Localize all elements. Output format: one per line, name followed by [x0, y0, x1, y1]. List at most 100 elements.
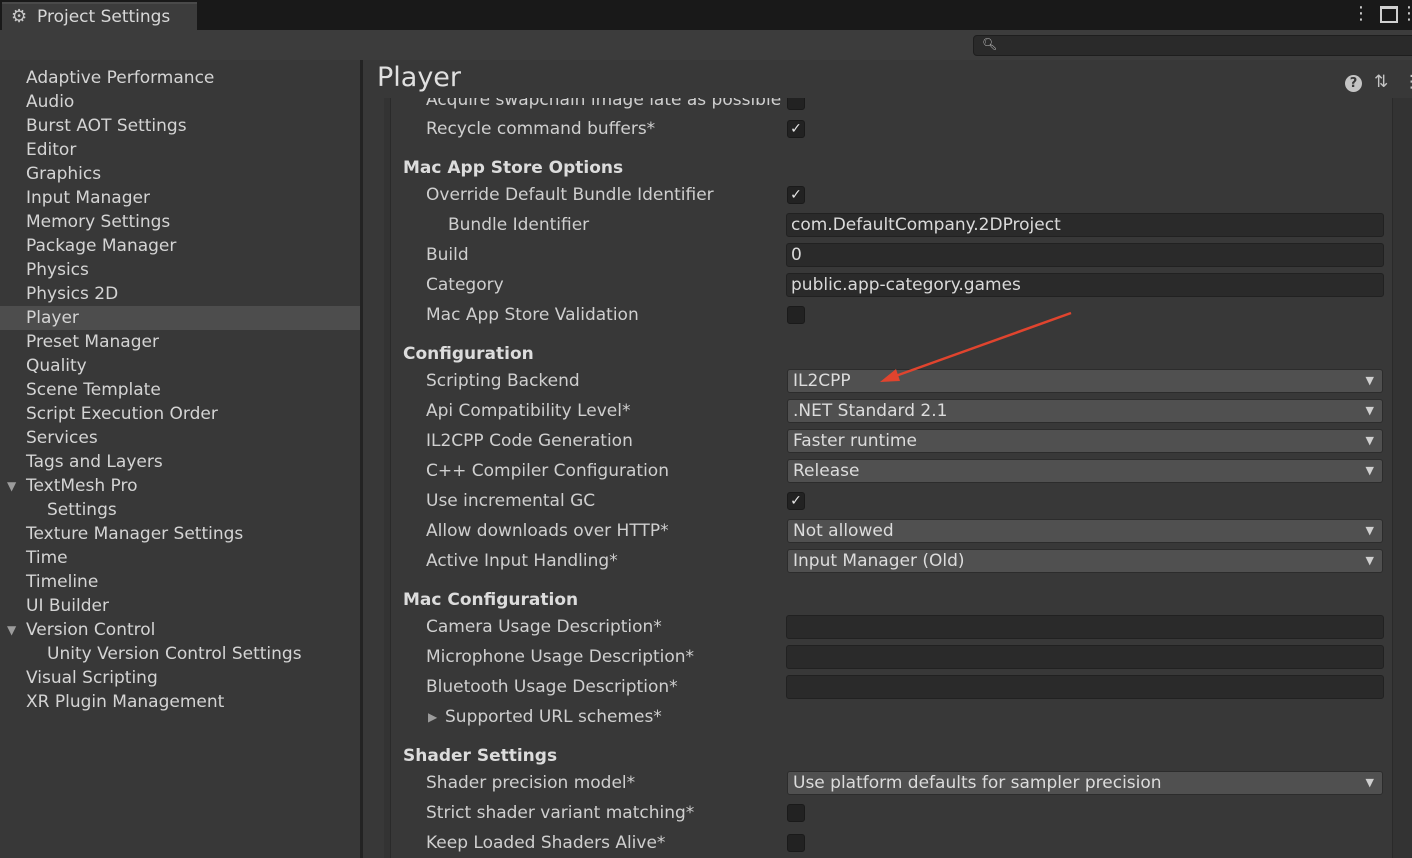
- sidebar-item-version-control[interactable]: ▼ Version Control: [0, 618, 360, 642]
- sidebar-item-label: Quality: [26, 356, 87, 376]
- category-field[interactable]: public.app-category.games: [786, 273, 1384, 297]
- bluetooth-usage-label: Bluetooth Usage Description*: [426, 677, 678, 697]
- acquire-swapchain-checkbox[interactable]: [787, 98, 805, 110]
- sidebar-item-adaptive-performance[interactable]: Adaptive Performance: [0, 66, 360, 90]
- maximize-icon[interactable]: [1380, 6, 1398, 23]
- chevron-down-icon: ▼: [1365, 374, 1374, 387]
- help-icon[interactable]: ?: [1345, 75, 1362, 92]
- sidebar-item-package-manager[interactable]: Package Manager: [0, 234, 360, 258]
- sidebar-item-textmesh-pro[interactable]: ▼ TextMesh Pro: [0, 474, 360, 498]
- bundle-identifier-label: Bundle Identifier: [448, 215, 590, 235]
- sidebar-item-label: Adaptive Performance: [26, 68, 215, 88]
- sidebar-item-settings[interactable]: Settings: [0, 498, 360, 522]
- bundle-identifier-field[interactable]: com.DefaultCompany.2DProject: [786, 213, 1384, 237]
- sidebar-item-services[interactable]: Services: [0, 426, 360, 450]
- keep-loaded-checkbox[interactable]: [787, 834, 805, 852]
- sidebar-item-editor[interactable]: Editor: [0, 138, 360, 162]
- scripting-backend-label: Scripting Backend: [426, 371, 580, 391]
- sidebar-item-time[interactable]: Time: [0, 546, 360, 570]
- scripting-backend-dropdown[interactable]: IL2CPP ▼: [787, 369, 1383, 393]
- chevron-down-icon: ▼: [1365, 776, 1374, 789]
- search-field[interactable]: 🔍︎: [973, 35, 1412, 56]
- input-handling-label: Active Input Handling*: [426, 551, 618, 571]
- sidebar-item-texture-manager-settings[interactable]: Texture Manager Settings: [0, 522, 360, 546]
- sidebar-item-timeline[interactable]: Timeline: [0, 570, 360, 594]
- sidebar-item-script-execution-order[interactable]: Script Execution Order: [0, 402, 360, 426]
- sidebar-item-label: Visual Scripting: [26, 668, 158, 688]
- chevron-down-icon: ▼: [1365, 434, 1374, 447]
- bluetooth-usage-field[interactable]: [786, 675, 1384, 699]
- recycle-buffers-label: Recycle command buffers*: [426, 119, 656, 139]
- sidebar-item-player[interactable]: Player: [0, 306, 360, 330]
- input-handling-dropdown[interactable]: Input Manager (Old) ▼: [787, 549, 1383, 573]
- cpp-compiler-dropdown[interactable]: Release ▼: [787, 459, 1383, 483]
- sidebar-item-input-manager[interactable]: Input Manager: [0, 186, 360, 210]
- sidebar-item-label: Version Control: [26, 620, 156, 640]
- sidebar-item-burst-aot-settings[interactable]: Burst AOT Settings: [0, 114, 360, 138]
- api-level-dropdown[interactable]: .NET Standard 2.1 ▼: [787, 399, 1383, 423]
- sidebar-item-physics-2d[interactable]: Physics 2D: [0, 282, 360, 306]
- presets-icon[interactable]: ⇅: [1374, 72, 1392, 92]
- downloads-http-label: Allow downloads over HTTP*: [426, 521, 669, 541]
- camera-usage-field[interactable]: [786, 615, 1384, 639]
- acquire-swapchain-label: Acquire swapchain image late as possible: [426, 98, 782, 110]
- sidebar-item-label: Burst AOT Settings: [26, 116, 187, 136]
- sidebar-item-ui-builder[interactable]: UI Builder: [0, 594, 360, 618]
- sidebar-item-label: Texture Manager Settings: [26, 524, 244, 544]
- sidebar-item-quality[interactable]: Quality: [0, 354, 360, 378]
- cpp-compiler-label: C++ Compiler Configuration: [426, 461, 669, 481]
- project-settings-tab[interactable]: ⚙ Project Settings: [2, 2, 197, 30]
- window-title-bar: ⚙ Project Settings ⋮ ⋮: [0, 0, 1412, 30]
- sidebar-item-preset-manager[interactable]: Preset Manager: [0, 330, 360, 354]
- build-label: Build: [426, 245, 469, 265]
- sidebar-item-physics[interactable]: Physics: [0, 258, 360, 282]
- sidebar-item-label: TextMesh Pro: [26, 476, 138, 496]
- more-options-icon[interactable]: ⋮: [1400, 4, 1412, 24]
- sidebar-item-label: Unity Version Control Settings: [47, 644, 302, 664]
- microphone-usage-label: Microphone Usage Description*: [426, 647, 695, 667]
- override-bundle-checkbox[interactable]: ✓: [787, 186, 805, 204]
- sidebar-item-visual-scripting[interactable]: Visual Scripting: [0, 666, 360, 690]
- search-input[interactable]: [996, 37, 1400, 56]
- build-field[interactable]: 0: [786, 243, 1384, 267]
- sidebar-item-tags-and-layers[interactable]: Tags and Layers: [0, 450, 360, 474]
- scrollbar[interactable]: [1392, 98, 1412, 858]
- api-level-value: .NET Standard 2.1: [793, 401, 948, 421]
- sidebar-item-label: Time: [26, 548, 68, 568]
- sidebar-item-audio[interactable]: Audio: [0, 90, 360, 114]
- app-store-validation-checkbox[interactable]: [787, 306, 805, 324]
- camera-usage-label: Camera Usage Description*: [426, 617, 662, 637]
- sidebar-item-label: Graphics: [26, 164, 102, 184]
- sidebar-item-graphics[interactable]: Graphics: [0, 162, 360, 186]
- more-options-icon[interactable]: ⋮: [1352, 4, 1370, 24]
- expand-triangle-icon[interactable]: ▼: [7, 474, 16, 498]
- sidebar-item-label: Physics: [26, 260, 89, 280]
- sidebar-item-label: Package Manager: [26, 236, 177, 256]
- sidebar-item-label: Settings: [47, 500, 117, 520]
- sidebar-item-memory-settings[interactable]: Memory Settings: [0, 210, 360, 234]
- expand-triangle-icon[interactable]: ▼: [7, 618, 16, 642]
- sidebar-item-unity-version-control-settings[interactable]: Unity Version Control Settings: [0, 642, 360, 666]
- incremental-gc-checkbox[interactable]: ✓: [787, 492, 805, 510]
- settings-content: Acquire swapchain image late as possible…: [391, 98, 1392, 858]
- chevron-right-icon[interactable]: ▶: [428, 706, 437, 728]
- more-options-icon[interactable]: ⋮: [1403, 72, 1412, 92]
- settings-sidebar: Adaptive Performance Audio Burst AOT Setti…: [0, 60, 360, 858]
- panel-frame-left: [384, 98, 391, 858]
- sidebar-item-label: Input Manager: [26, 188, 150, 208]
- sidebar-item-xr-plugin-management[interactable]: XR Plugin Management: [0, 690, 360, 714]
- il2cpp-codegen-dropdown[interactable]: Faster runtime ▼: [787, 429, 1383, 453]
- precision-model-dropdown[interactable]: Use platform defaults for sampler precis…: [787, 771, 1383, 795]
- sidebar-item-label: XR Plugin Management: [26, 692, 225, 712]
- microphone-usage-field[interactable]: [786, 645, 1384, 669]
- mac-app-store-header: Mac App Store Options: [403, 158, 624, 178]
- chevron-down-icon: ▼: [1365, 554, 1374, 567]
- tab-title: Project Settings: [37, 7, 171, 27]
- precision-model-value: Use platform defaults for sampler precis…: [793, 773, 1162, 793]
- sidebar-item-scene-template[interactable]: Scene Template: [0, 378, 360, 402]
- downloads-http-dropdown[interactable]: Not allowed ▼: [787, 519, 1383, 543]
- recycle-buffers-checkbox[interactable]: ✓: [787, 120, 805, 138]
- url-schemes-foldout[interactable]: Supported URL schemes*: [445, 706, 662, 728]
- sidebar-item-label: Memory Settings: [26, 212, 171, 232]
- strict-variant-checkbox[interactable]: [787, 804, 805, 822]
